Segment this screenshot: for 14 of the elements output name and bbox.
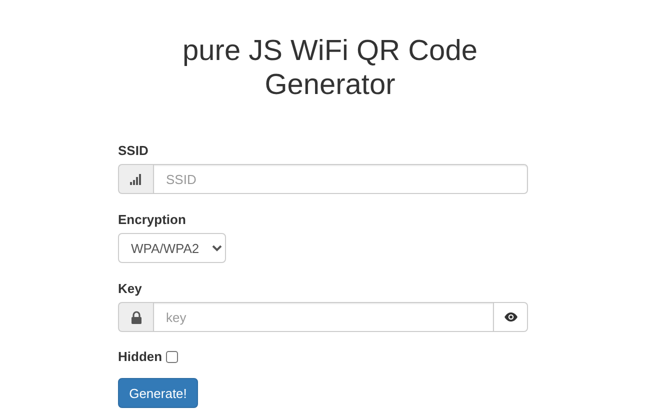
signal-icon	[130, 174, 142, 184]
field-label: Key	[118, 281, 142, 296]
generate-button[interactable]: Generate!	[118, 378, 198, 408]
field-label: SSID	[118, 143, 148, 158]
key-input[interactable]: key	[153, 302, 494, 332]
ssid-input[interactable]: SSID	[153, 164, 528, 194]
hidden-checkbox[interactable]	[166, 350, 178, 362]
field-label: Encryption	[118, 212, 186, 227]
eye-icon	[504, 312, 518, 322]
field-label: Hidden	[118, 349, 162, 364]
lock-icon	[130, 310, 142, 324]
page-title: pure JS WiFi QR Code Generator	[182, 34, 478, 102]
encryption-select[interactable]: WPA/WPA2	[118, 233, 226, 263]
show-password-button[interactable]	[494, 302, 528, 332]
